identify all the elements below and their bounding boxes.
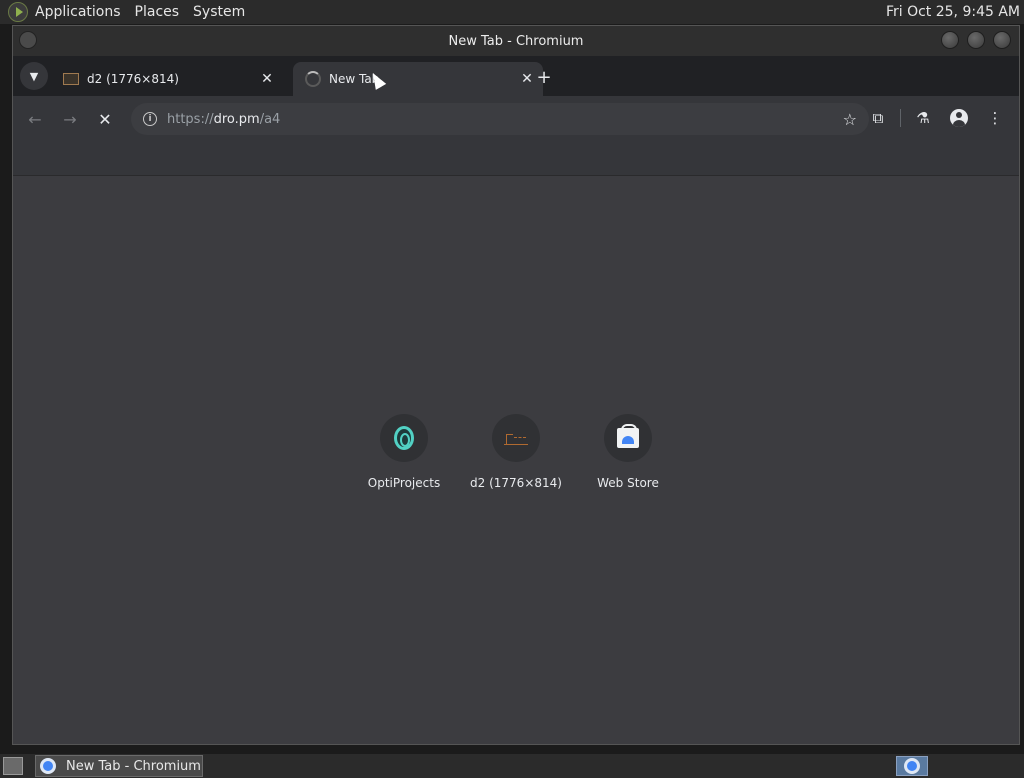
tab-new-tab[interactable]: New Tab ✕ <box>293 62 543 96</box>
shortcut-optiprojects[interactable]: OptiProjects <box>349 414 459 490</box>
menu-applications[interactable]: Applications <box>28 4 128 20</box>
puzzle-piece-icon: ⧉ <box>872 109 884 127</box>
tab-title: d2 (1776×814) <box>87 72 179 86</box>
clock[interactable]: Fri Oct 25, 9:45 AM <box>886 4 1020 20</box>
taskbar-item-label: New Tab - Chromium <box>66 758 201 774</box>
shortcut-icon-container <box>380 414 428 462</box>
menu-system[interactable]: System <box>186 4 252 20</box>
d2-thumbnail-icon <box>504 431 528 445</box>
stop-loading-button[interactable]: ✕ <box>91 105 119 133</box>
shortcut-d2[interactable]: d2 (1776×814) <box>461 414 571 490</box>
close-window-button[interactable] <box>993 31 1011 49</box>
loading-spinner-icon <box>305 71 321 87</box>
tab-search-button[interactable]: ▼ <box>20 62 48 90</box>
extensions-button[interactable]: ⧉ <box>864 104 892 132</box>
new-tab-button[interactable]: + <box>533 66 555 88</box>
flask-icon: ⚗ <box>916 109 930 127</box>
address-bar[interactable]: i https://dro.pm/a4 ☆ <box>131 103 869 135</box>
window-title: New Tab - Chromium <box>448 33 584 49</box>
window-titlebar[interactable]: New Tab - Chromium <box>13 26 1019 56</box>
distro-logo-icon[interactable] <box>8 2 28 22</box>
avatar-icon <box>950 109 968 127</box>
menu-places[interactable]: Places <box>128 4 187 20</box>
tab-title: New Tab <box>329 72 380 86</box>
toolbar-separator <box>900 109 901 127</box>
optiprojects-icon <box>394 426 414 450</box>
browser-window: New Tab - Chromium ▼ d2 (1776×814) ✕ New… <box>12 25 1020 745</box>
profile-button[interactable] <box>945 104 973 132</box>
bottom-taskbar: New Tab - Chromium <box>0 754 1024 778</box>
tab-d2[interactable]: d2 (1776×814) ✕ <box>53 62 283 96</box>
arrow-right-icon: → <box>63 109 77 129</box>
shortcut-web-store[interactable]: Web Store <box>573 414 683 490</box>
chromium-icon <box>40 758 56 774</box>
tray-chromium-icon[interactable] <box>896 756 928 776</box>
image-thumbnail-icon <box>63 73 79 85</box>
site-info-icon[interactable]: i <box>143 112 157 126</box>
more-vert-icon: ⋮ <box>987 109 1003 127</box>
back-button[interactable]: ← <box>21 105 49 133</box>
arrow-left-icon: ← <box>28 109 42 129</box>
browser-toolbar: ← → ✕ i https://dro.pm/a4 ☆ ⧉ ⚗ ⋮ <box>13 96 1019 142</box>
bookmark-star-icon[interactable]: ☆ <box>843 110 857 129</box>
shortcut-icon-container <box>604 414 652 462</box>
browser-menu-button[interactable]: ⋮ <box>981 104 1009 132</box>
chevron-down-icon: ▼ <box>29 69 39 83</box>
new-tab-page: OptiProjects d2 (1776×814) Web Store <box>13 176 1019 744</box>
minimize-button[interactable] <box>941 31 959 49</box>
shortcut-label: Web Store <box>597 476 659 490</box>
window-menu-button[interactable] <box>19 31 37 49</box>
show-desktop-icon[interactable] <box>3 757 23 775</box>
chromium-icon <box>904 758 920 774</box>
taskbar-item-chromium[interactable]: New Tab - Chromium <box>35 755 203 777</box>
shortcut-label: OptiProjects <box>367 476 441 490</box>
web-store-icon <box>617 424 639 448</box>
url-text[interactable]: https://dro.pm/a4 <box>167 112 280 127</box>
shortcut-icon-container <box>492 414 540 462</box>
forward-button[interactable]: → <box>56 105 84 133</box>
bookmark-bar <box>13 142 1019 176</box>
close-icon: ✕ <box>98 109 112 129</box>
tab-strip: ▼ d2 (1776×814) ✕ New Tab ✕ + <box>13 56 1019 96</box>
plus-icon: + <box>536 66 552 88</box>
top-panel: Applications Places System Fri Oct 25, 9… <box>0 0 1024 24</box>
close-tab-button[interactable]: ✕ <box>257 69 277 89</box>
maximize-button[interactable] <box>967 31 985 49</box>
shortcut-label: d2 (1776×814) <box>470 476 562 490</box>
labs-button[interactable]: ⚗ <box>909 104 937 132</box>
